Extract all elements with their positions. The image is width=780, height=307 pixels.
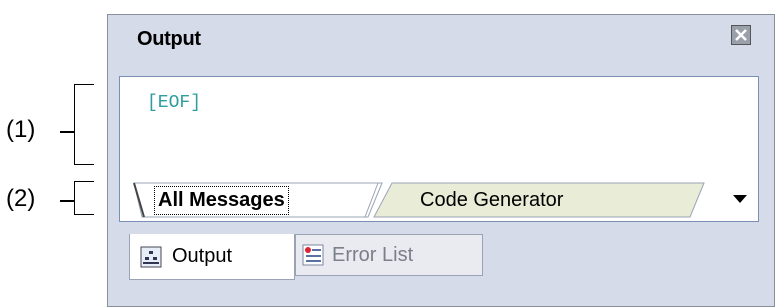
annotation-tick-1 [60, 131, 74, 133]
output-text-area[interactable]: [EOF] [119, 76, 759, 177]
error-list-icon [302, 244, 324, 266]
output-icon [140, 246, 162, 268]
annotation-bracket-2 [74, 181, 94, 215]
chevron-down-icon [733, 195, 747, 203]
annotation-label-1: (1) [6, 116, 36, 143]
tab-dropdown-button[interactable] [732, 191, 748, 207]
annotation-tick-2 [60, 200, 74, 202]
tab-all-messages-label: All Messages [154, 185, 289, 215]
annotation-label-2: (2) [6, 185, 36, 212]
bottom-tab-output-label: Output [172, 245, 233, 267]
message-tab-strip: All Messages Code Generator [119, 177, 759, 222]
tab-all-messages[interactable]: All Messages [154, 183, 289, 217]
panel-title: Output [137, 28, 201, 50]
close-icon [735, 29, 747, 41]
bottom-tab-output[interactable]: Output [129, 234, 295, 280]
annotation-bracket-1 [74, 84, 94, 165]
bottom-tab-error-list-label: Error List [332, 243, 414, 266]
output-text: [EOF] [147, 93, 202, 113]
tab-code-generator[interactable]: Code Generator [420, 189, 563, 212]
close-button[interactable] [731, 25, 751, 45]
bottom-tab-error-list[interactable]: Error List [295, 234, 483, 276]
